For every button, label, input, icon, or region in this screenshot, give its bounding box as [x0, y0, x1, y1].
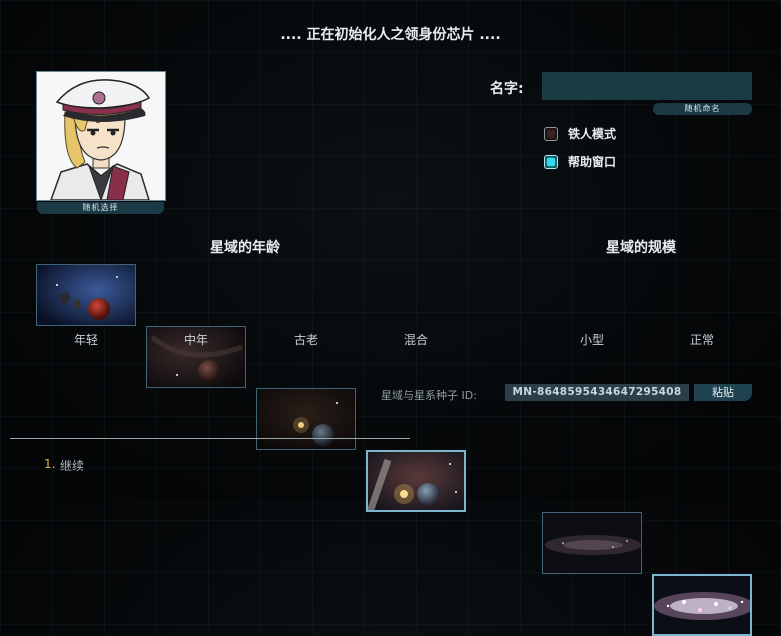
young-galaxy-image — [37, 265, 135, 325]
old-galaxy-image — [257, 389, 355, 449]
size-option-normal[interactable] — [652, 574, 752, 636]
help-window-option[interactable]: 帮助窗口 — [544, 153, 616, 170]
size-label-small: 小型 — [579, 333, 604, 347]
ironman-label: 铁人模式 — [568, 127, 617, 141]
age-option-young[interactable] — [36, 264, 136, 326]
continue-hotkey: 1. — [44, 457, 56, 471]
age-label-old: 古老 — [293, 333, 318, 347]
age-option-mixed[interactable] — [366, 450, 466, 512]
name-input[interactable] — [542, 72, 752, 100]
portrait[interactable] — [36, 71, 166, 201]
age-label-young: 年轻 — [73, 333, 98, 347]
name-label: 名字: — [490, 81, 524, 97]
seed-id-field[interactable]: MN-8648595434647295408 — [505, 384, 689, 401]
divider — [10, 438, 410, 439]
help-window-checkbox[interactable] — [544, 154, 558, 169]
size-option-small[interactable] — [542, 512, 642, 574]
page-title: .... 正在初始化人之领身份芯片 .... — [280, 27, 501, 43]
ironman-checkbox[interactable] — [544, 126, 558, 141]
seed-label: 星域与星系种子 ID: — [381, 389, 477, 402]
age-label-middle: 中年 — [183, 333, 208, 347]
small-galaxy-image — [543, 513, 641, 573]
random-name-button[interactable]: 随机命名 — [653, 103, 752, 115]
character-portrait-image — [37, 72, 165, 200]
paste-button[interactable]: 粘贴 — [694, 384, 752, 401]
help-window-label: 帮助窗口 — [568, 155, 617, 169]
age-section-title: 星域的年龄 — [210, 240, 280, 256]
age-option-old[interactable] — [256, 388, 356, 450]
random-select-button[interactable]: 随机选择 — [37, 202, 164, 214]
mixed-galaxy-image — [368, 452, 464, 510]
continue-option[interactable]: 继续 — [60, 457, 84, 474]
ironman-option[interactable]: 铁人模式 — [544, 125, 616, 142]
size-label-normal: 正常 — [689, 333, 714, 347]
normal-galaxy-image — [654, 576, 750, 634]
size-section-title: 星域的规模 — [606, 240, 676, 256]
age-label-mixed: 混合 — [403, 333, 428, 347]
